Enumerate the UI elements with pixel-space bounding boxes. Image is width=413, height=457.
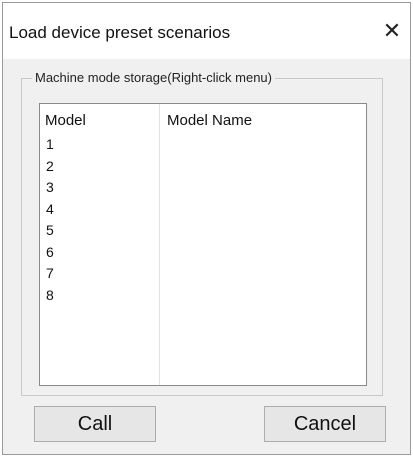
model-cell: 8	[46, 286, 54, 303]
model-cell: 3	[46, 179, 54, 195]
list-row[interactable]: 3	[40, 177, 366, 199]
title-bar: Load device preset scenarios ✕	[3, 3, 410, 59]
cancel-button[interactable]: Cancel	[264, 406, 386, 442]
model-cell: 7	[46, 265, 54, 281]
model-cell: 4	[46, 200, 54, 217]
group-label: Machine mode storage(Right-click menu)	[32, 70, 275, 85]
list-row[interactable]	[40, 349, 366, 371]
model-cell: 1	[46, 136, 54, 152]
close-icon[interactable]: ✕	[380, 19, 404, 43]
column-header-model[interactable]: Model	[45, 112, 86, 129]
list-row[interactable]: 7	[40, 263, 366, 285]
column-header-model-name[interactable]: Model Name	[167, 112, 252, 129]
model-list[interactable]: Model Model Name 1 2 3 4 5 6 7 8	[39, 103, 367, 386]
list-rows: 1 2 3 4 5 6 7 8	[40, 134, 366, 371]
list-row[interactable]: 5	[40, 220, 366, 242]
model-cell: 2	[46, 157, 54, 174]
list-row[interactable]: 8	[40, 285, 366, 307]
dialog-title: Load device preset scenarios	[9, 23, 231, 42]
list-header: Model Model Name	[40, 104, 366, 134]
list-row[interactable]	[40, 306, 366, 328]
machine-mode-storage-group: Machine mode storage(Right-click menu) M…	[21, 70, 383, 396]
list-row[interactable]: 2	[40, 156, 366, 178]
list-row[interactable]	[40, 328, 366, 350]
model-cell: 5	[46, 222, 54, 238]
list-row[interactable]: 4	[40, 199, 366, 221]
list-row[interactable]: 6	[40, 242, 366, 264]
load-preset-dialog: Load device preset scenarios ✕ Machine m…	[2, 2, 411, 455]
list-row[interactable]: 1	[40, 134, 366, 156]
call-button[interactable]: Call	[34, 406, 156, 442]
model-cell: 6	[46, 243, 54, 260]
